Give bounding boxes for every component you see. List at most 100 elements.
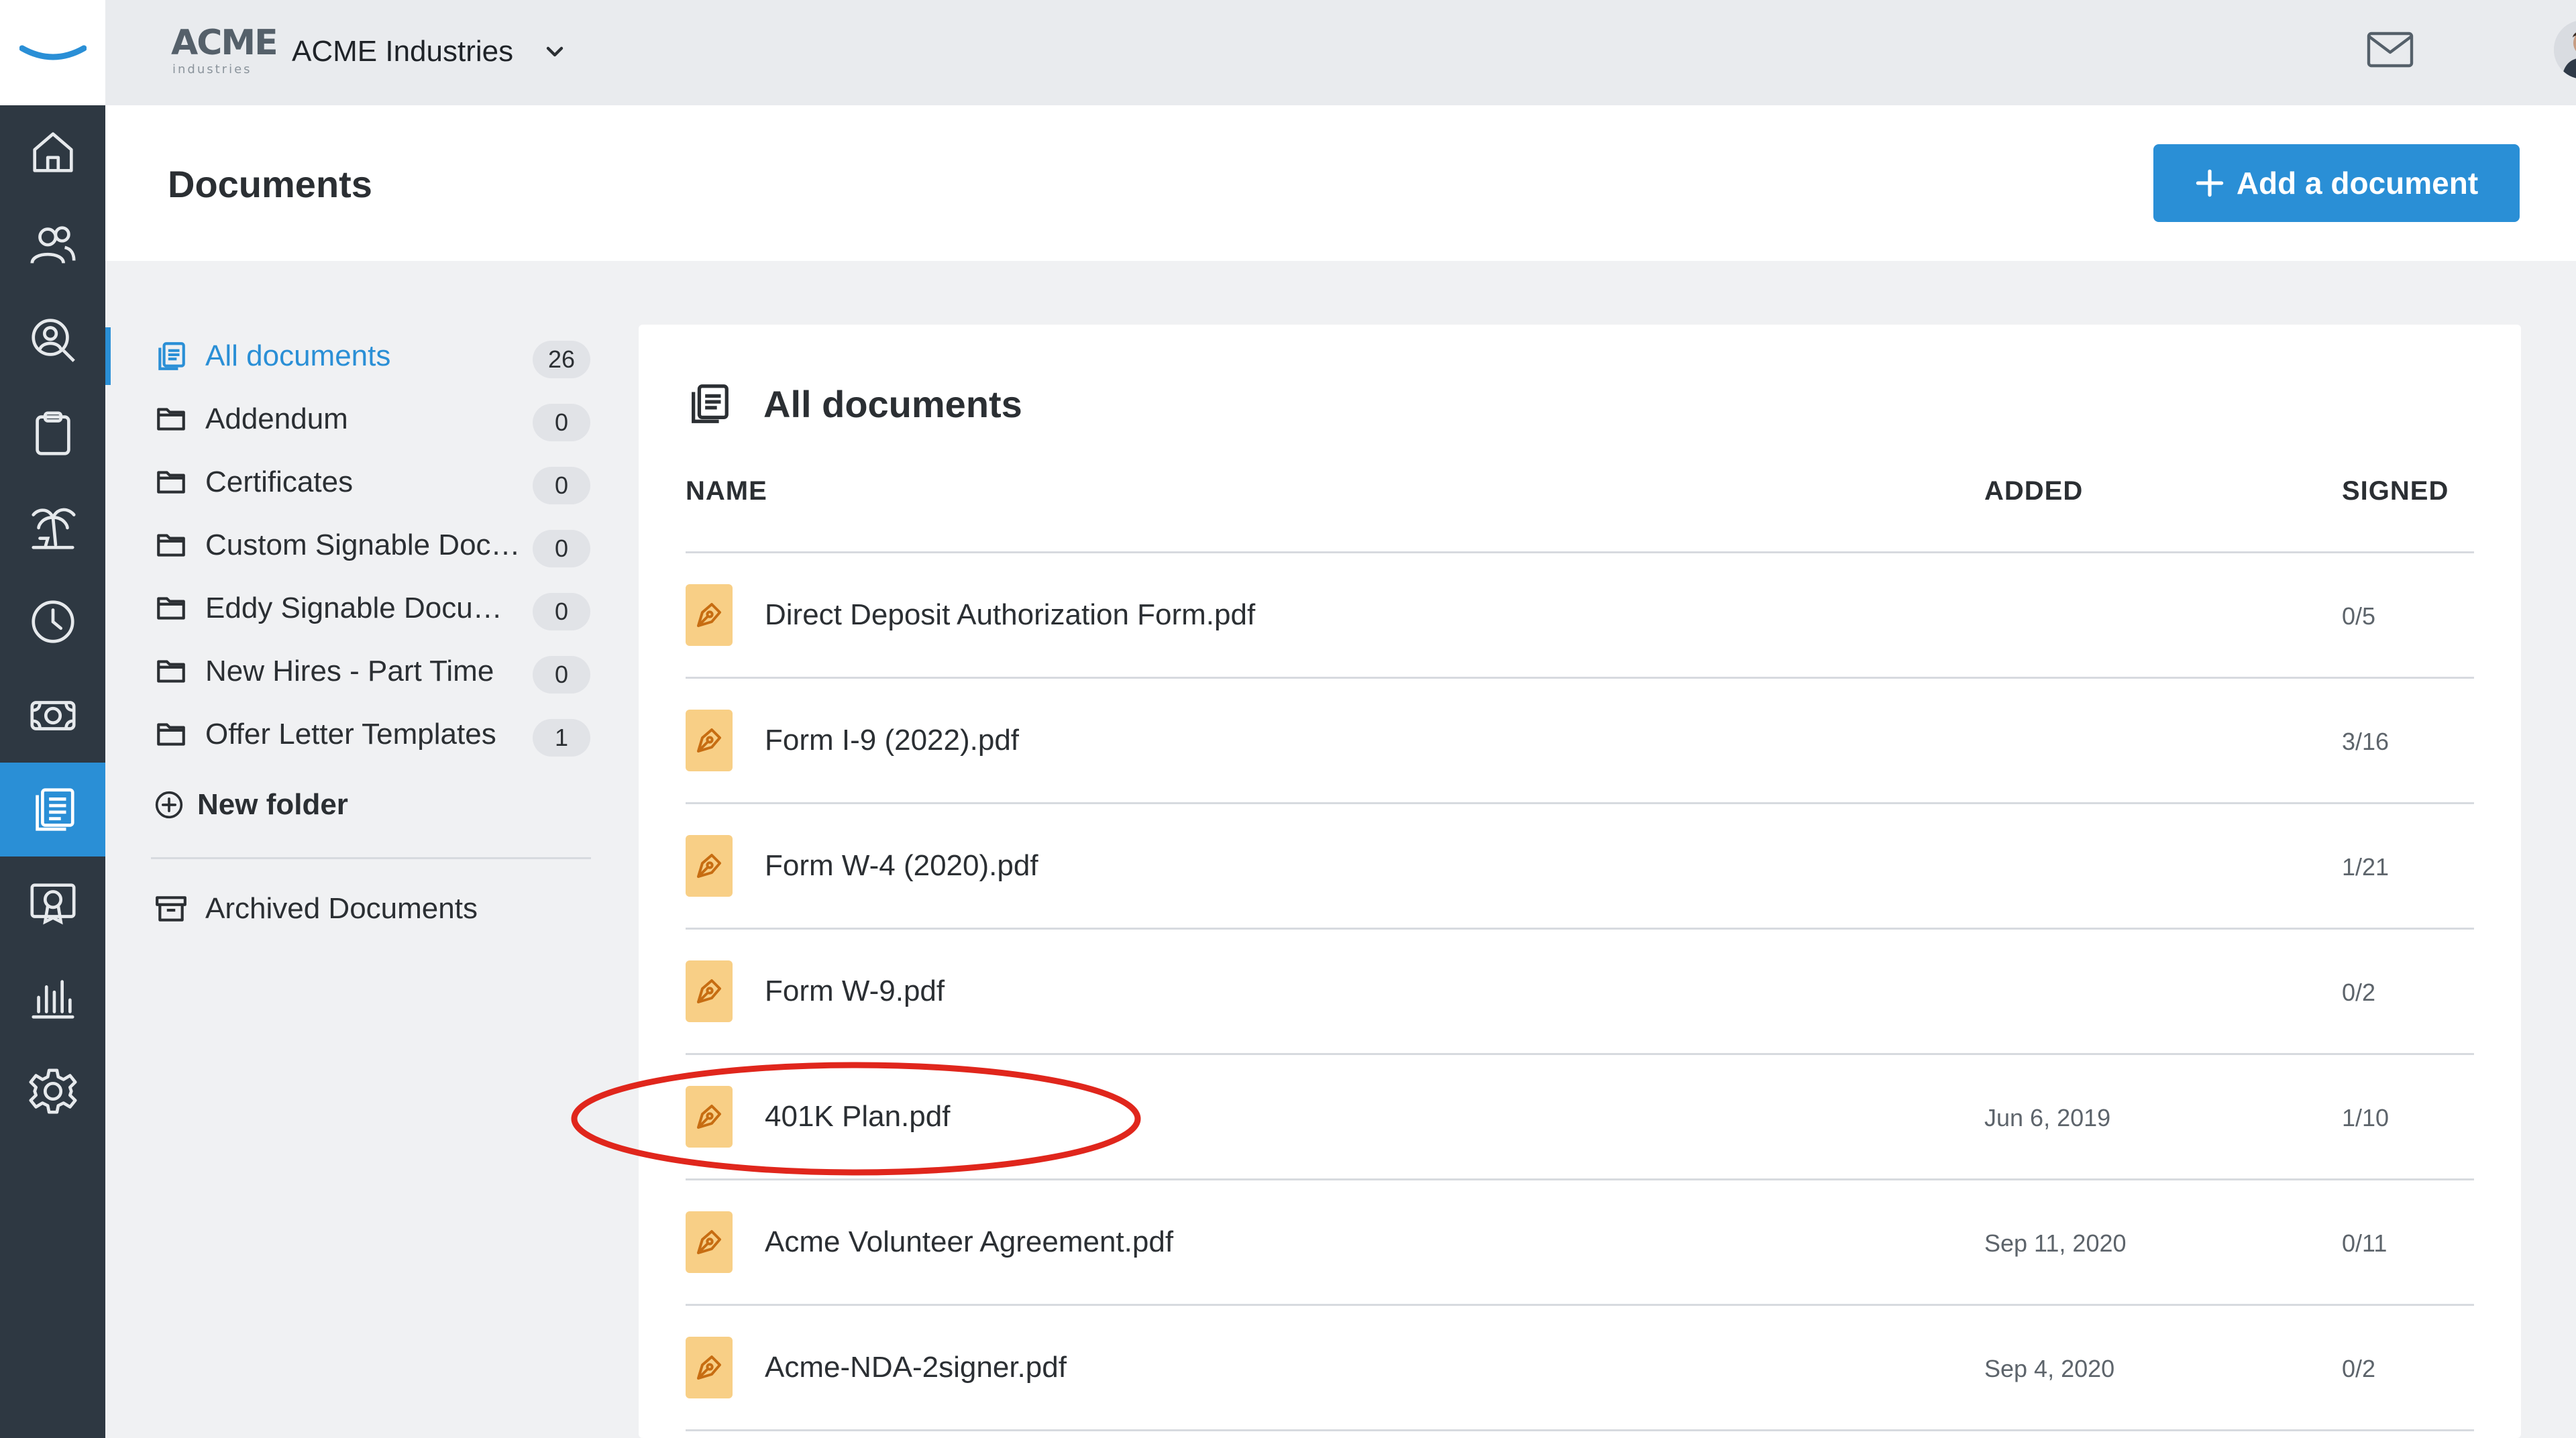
pen-nib-icon [697, 1230, 721, 1254]
add-document-button[interactable]: Add a document [2153, 144, 2520, 222]
nav-time[interactable] [0, 575, 105, 669]
card-title: All documents [763, 382, 1022, 425]
documents-icon [692, 384, 729, 423]
table-row[interactable]: Form W-4 (2020).pdf 1/21 [686, 804, 2474, 930]
table-row[interactable]: Acme-NDA-2signer.pdf Sep 4, 2020 0/2 [686, 1306, 2474, 1431]
page-title: Documents [168, 163, 372, 205]
card-header: All documents [686, 376, 1022, 432]
folder-icon [157, 471, 185, 494]
gear-icon [29, 1068, 76, 1114]
document-signed-count: 1/10 [2342, 1104, 2390, 1131]
pen-nib-icon [697, 728, 721, 753]
folder-addendum[interactable]: Addendum 0 [154, 394, 590, 444]
folder-custom-signable[interactable]: Custom Signable Documents 0 [154, 520, 590, 570]
add-document-label: Add a document [2236, 166, 2479, 201]
documents-card: All documents NAME ADDED SIGNED Direct D… [639, 325, 2521, 1438]
document-name[interactable]: 401K Plan.pdf [765, 1098, 950, 1136]
folder-icon [157, 723, 185, 746]
document-name[interactable]: Form I-9 (2022).pdf [765, 722, 1019, 759]
pen-nib-icon [697, 603, 721, 627]
active-folder-indicator [105, 327, 111, 385]
column-header-name[interactable]: NAME [686, 476, 767, 506]
document-signed-count: 3/16 [2342, 728, 2390, 755]
folder-count-badge: 26 [533, 341, 590, 378]
column-header-added[interactable]: ADDED [1984, 476, 2083, 506]
sidebar-divider [151, 857, 591, 859]
folder-count-badge: 0 [533, 467, 590, 504]
chevron-down-icon[interactable] [541, 39, 568, 66]
folder-eddy-signable[interactable]: Eddy Signable Documents 0 [154, 584, 590, 633]
folder-count-badge: 1 [533, 719, 590, 757]
nav-home[interactable] [0, 105, 105, 199]
folder-label: New Hires - Part Time [205, 655, 494, 687]
nav-settings[interactable] [0, 1044, 105, 1138]
document-signed-count: 0/5 [2342, 602, 2376, 630]
folder-icon [157, 408, 185, 431]
table-row[interactable]: Form I-9 (2022).pdf 3/16 [686, 679, 2474, 804]
company-logo-subtext: industries [172, 62, 252, 76]
nav-payroll[interactable] [0, 669, 105, 763]
document-added-date: Sep 4, 2020 [1984, 1355, 2115, 1382]
clock-icon [31, 600, 74, 643]
page-header: Documents Add a document [105, 105, 2576, 261]
nav-documents[interactable] [0, 763, 105, 856]
archived-documents-label: Archived Documents [205, 892, 478, 925]
signable-doc-icon [686, 710, 733, 771]
column-header-signed[interactable]: SIGNED [2342, 476, 2449, 506]
document-name[interactable]: Form W-9.pdf [765, 973, 945, 1010]
signable-doc-icon [686, 960, 733, 1022]
main-nav-rail [0, 0, 105, 1438]
nav-reports[interactable] [0, 950, 105, 1044]
top-bar: ACME industries ACME Industries [105, 0, 2576, 105]
document-signed-count: 1/21 [2342, 853, 2390, 881]
new-folder-button[interactable]: New folder [154, 780, 348, 830]
nav-clipboard[interactable] [0, 387, 105, 481]
pen-nib-icon [697, 854, 721, 878]
folder-label: Custom Signable Documents [205, 529, 521, 561]
folder-offer-letter-templates[interactable]: Offer Letter Templates 1 [154, 710, 590, 759]
folder-new-hires-part-time[interactable]: New Hires - Part Time 0 [154, 647, 590, 696]
document-name[interactable]: Acme-NDA-2signer.pdf [765, 1349, 1067, 1386]
documents-icon [158, 342, 185, 370]
pen-nib-icon [697, 979, 721, 1003]
nav-people[interactable] [0, 199, 105, 293]
table-row[interactable]: Form W-9.pdf 0/2 [686, 930, 2474, 1055]
mail-icon[interactable] [2366, 30, 2414, 70]
plus-icon [2196, 169, 2224, 197]
signable-doc-icon [686, 1211, 733, 1273]
document-name[interactable]: Form W-4 (2020).pdf [765, 847, 1038, 885]
table-row[interactable]: Acme Volunteer Agreement.pdf Sep 11, 202… [686, 1180, 2474, 1306]
document-signed-count: 0/11 [2342, 1229, 2387, 1257]
folder-label: Eddy Signable Documents [205, 592, 521, 624]
signable-doc-icon [686, 835, 733, 897]
nav-time-off[interactable] [0, 481, 105, 575]
documents-icon [35, 788, 74, 831]
folder-icon [157, 660, 185, 683]
table-row[interactable]: 401K Plan.pdf Jun 6, 2019 1/10 [686, 1055, 2474, 1180]
signable-doc-icon [686, 1086, 733, 1148]
folder-all-documents[interactable]: All documents 26 [154, 331, 590, 381]
app-logo[interactable] [0, 0, 105, 105]
folder-count-badge: 0 [533, 404, 590, 441]
archived-documents-link[interactable]: Archived Documents [154, 884, 478, 934]
company-switcher[interactable]: ACME Industries [292, 34, 513, 70]
palm-tree-icon [31, 508, 76, 549]
archive-box-icon [156, 896, 186, 922]
folder-count-badge: 0 [533, 593, 590, 630]
table-row[interactable]: Direct Deposit Authorization Form.pdf 0/… [686, 553, 2474, 679]
signable-doc-icon [686, 1337, 733, 1398]
document-name[interactable]: Acme Volunteer Agreement.pdf [765, 1223, 1173, 1261]
folder-label: Addendum [205, 402, 348, 435]
folder-certificates[interactable]: Certificates 0 [154, 457, 590, 507]
pen-nib-icon [697, 1356, 721, 1380]
document-signed-count: 0/2 [2342, 1355, 2376, 1382]
nav-user-search[interactable] [0, 293, 105, 387]
avatar[interactable] [2554, 20, 2576, 79]
nav-certificates[interactable] [0, 856, 105, 950]
home-icon [32, 132, 73, 172]
folder-label: Certificates [205, 465, 354, 498]
document-name[interactable]: Direct Deposit Authorization Form.pdf [765, 596, 1255, 634]
people-icon [30, 226, 76, 264]
user-search-icon [31, 319, 75, 362]
folder-count-badge: 0 [533, 656, 590, 694]
